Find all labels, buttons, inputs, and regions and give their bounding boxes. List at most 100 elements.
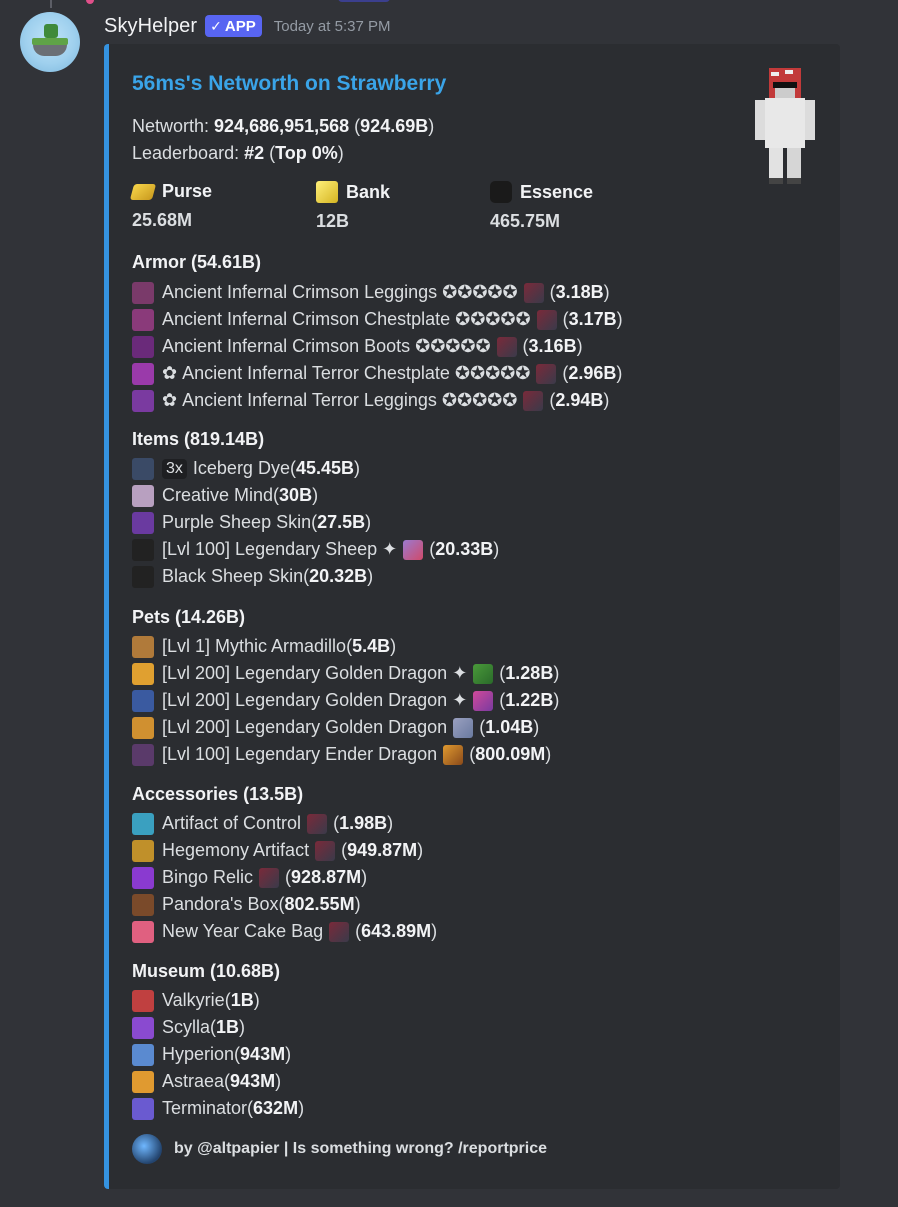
networth-line: Networth: 924,686,951,568 (924.69B) [132,116,435,136]
list-item: Scylla (1B) [132,1014,304,1041]
item-value: 20.32B [309,566,368,586]
item-name: [Lvl 200] Legendary Golden Dragon ✦ [162,663,468,683]
list-item: Black Sheep Skin (20.32B) [132,563,499,590]
item-value: 3.17B [568,309,617,329]
black-sheep-skin-icon [132,565,154,588]
footer-avatar-icon [132,1134,162,1164]
gem-icon [523,390,544,411]
item-name: Ancient Infernal Crimson Boots ✪✪✪✪✪ [162,336,491,356]
avatar[interactable] [20,12,80,72]
networth-short: 924.69B [360,116,429,136]
previous-message-hint [50,0,390,8]
item-name: Bingo Relic [162,867,254,887]
list-item: ✿ Ancient Infernal Terror Leggings ✪✪✪✪✪… [132,387,623,414]
list-item: Bingo Relic(928.87M) [132,864,437,891]
museum-section-title: Museum (10.68B) [132,961,281,981]
item-name: [Lvl 100] Legendary Ender Dragon [162,744,438,764]
gem-icon [259,867,280,888]
gem-icon [536,309,557,330]
tiger-icon [443,744,464,765]
item-value: 928.87M [291,867,362,887]
item-value: 643.89M [361,921,432,941]
gem-icon [496,336,517,357]
purple-sheep-skin-icon [132,511,154,534]
ender-dragon-icon [132,743,154,766]
item-name: [Lvl 200] Legendary Golden Dragon [162,717,448,737]
flower-icon: ✿ [162,390,183,410]
valkyrie-icon [132,989,154,1012]
item-value: 1B [230,990,254,1010]
list-item: ✿ Ancient Infernal Terror Chestplate ✪✪✪… [132,360,623,387]
list-item: Pandora's Box (802.55M) [132,891,437,918]
embed-title[interactable]: 56ms's Networth on Strawberry [132,72,446,96]
gem-icon [329,921,350,942]
item-value: 3.16B [528,336,577,356]
list-item: Purple Sheep Skin (27.5B) [132,509,499,536]
username[interactable]: SkyHelper [104,15,197,38]
timestamp[interactable]: Today at 5:37 PM [274,18,391,35]
item-name: Ancient Infernal Terror Chestplate ✪✪✪✪✪ [182,363,531,383]
item-value: 943M [230,1071,276,1091]
item-name: Astraea [162,1071,225,1091]
essence-field: Essence 465.75M [490,181,594,231]
terror-leggings-icon [132,389,154,412]
armor-list: Ancient Infernal Crimson Leggings ✪✪✪✪✪(… [132,279,623,414]
leaderboard-top: Top 0% [275,143,338,163]
essence-icon [490,181,512,203]
list-item: [Lvl 100] Legendary Ender Dragon(800.09M… [132,741,559,768]
hegemony-artifact-icon [132,839,154,862]
list-item: Astraea (943M) [132,1068,304,1095]
item-value: 1B [216,1017,240,1037]
item-value: 943M [240,1044,286,1064]
bank-field: Bank 12B [316,181,391,231]
item-name: Ancient Infernal Crimson Leggings ✪✪✪✪✪ [162,282,518,302]
armadillo-icon [132,635,154,658]
reaction-pill[interactable] [338,0,390,2]
golden-dragon-icon [132,716,154,739]
item-name: [Lvl 200] Legendary Golden Dragon ✦ [162,690,468,710]
item-name: Terminator [162,1098,248,1118]
list-item: Hegemony Artifact(949.87M) [132,837,437,864]
item-name: Artifact of Control [162,813,302,833]
list-item: Hyperion (943M) [132,1041,304,1068]
item-value: 1.28B [505,663,554,683]
hyperion-icon [132,1043,154,1066]
reply-line [50,0,52,8]
pet-item-grey-icon [453,717,474,738]
armor-section-title: Armor (54.61B) [132,252,262,272]
list-item: Artifact of Control(1.98B) [132,810,437,837]
gold-ingot-icon [129,183,157,200]
items-list: 3x Iceberg Dye (45.45B) Creative Mind (30B… [132,455,499,590]
pets-section-title: Pets (14.26B) [132,607,246,627]
item-name: [Lvl 1] Mythic Armadillo [162,636,347,656]
pandoras-box-icon [132,893,154,916]
item-value: 45.45B [295,458,355,478]
cake-bag-icon [132,920,154,943]
gem-icon [307,813,328,834]
astraea-icon [132,1070,154,1093]
museum-list: Valkyrie (1B) Scylla (1B) Hyperion (943M) A… [132,987,304,1122]
pets-list: [Lvl 1] Mythic Armadillo (5.4B) [Lvl 200]… [132,633,559,768]
gem-icon [523,282,544,303]
sheep-pet-icon [132,538,154,561]
item-value: 2.96B [568,363,617,383]
list-item: Valkyrie (1B) [132,987,304,1014]
potion-icon [473,690,494,711]
list-item: Ancient Infernal Crimson Boots ✪✪✪✪✪(3.1… [132,333,623,360]
list-item: [Lvl 100] Legendary Sheep ✦(20.33B) [132,536,499,563]
player-skin-thumbnail[interactable] [749,68,821,188]
item-value: 800.09M [475,744,546,764]
item-value: 27.5B [317,512,366,532]
leaderboard-rank: #2 [244,143,265,163]
purse-field: Purse 25.68M [129,181,212,231]
book-icon [403,539,424,560]
item-value: 949.87M [347,840,418,860]
item-value: 802.55M [284,894,355,914]
reaction-dot [86,0,94,4]
items-section-title: Items (819.14B) [132,429,265,449]
item-name: Ancient Infernal Terror Leggings ✪✪✪✪✪ [182,390,518,410]
item-value: 20.33B [435,539,494,559]
embed-footer: by @altpapier | Is something wrong? /rep… [132,1134,547,1164]
list-item: [Lvl 200] Legendary Golden Dragon ✦(1.28… [132,660,559,687]
list-item: Creative Mind (30B) [132,482,499,509]
